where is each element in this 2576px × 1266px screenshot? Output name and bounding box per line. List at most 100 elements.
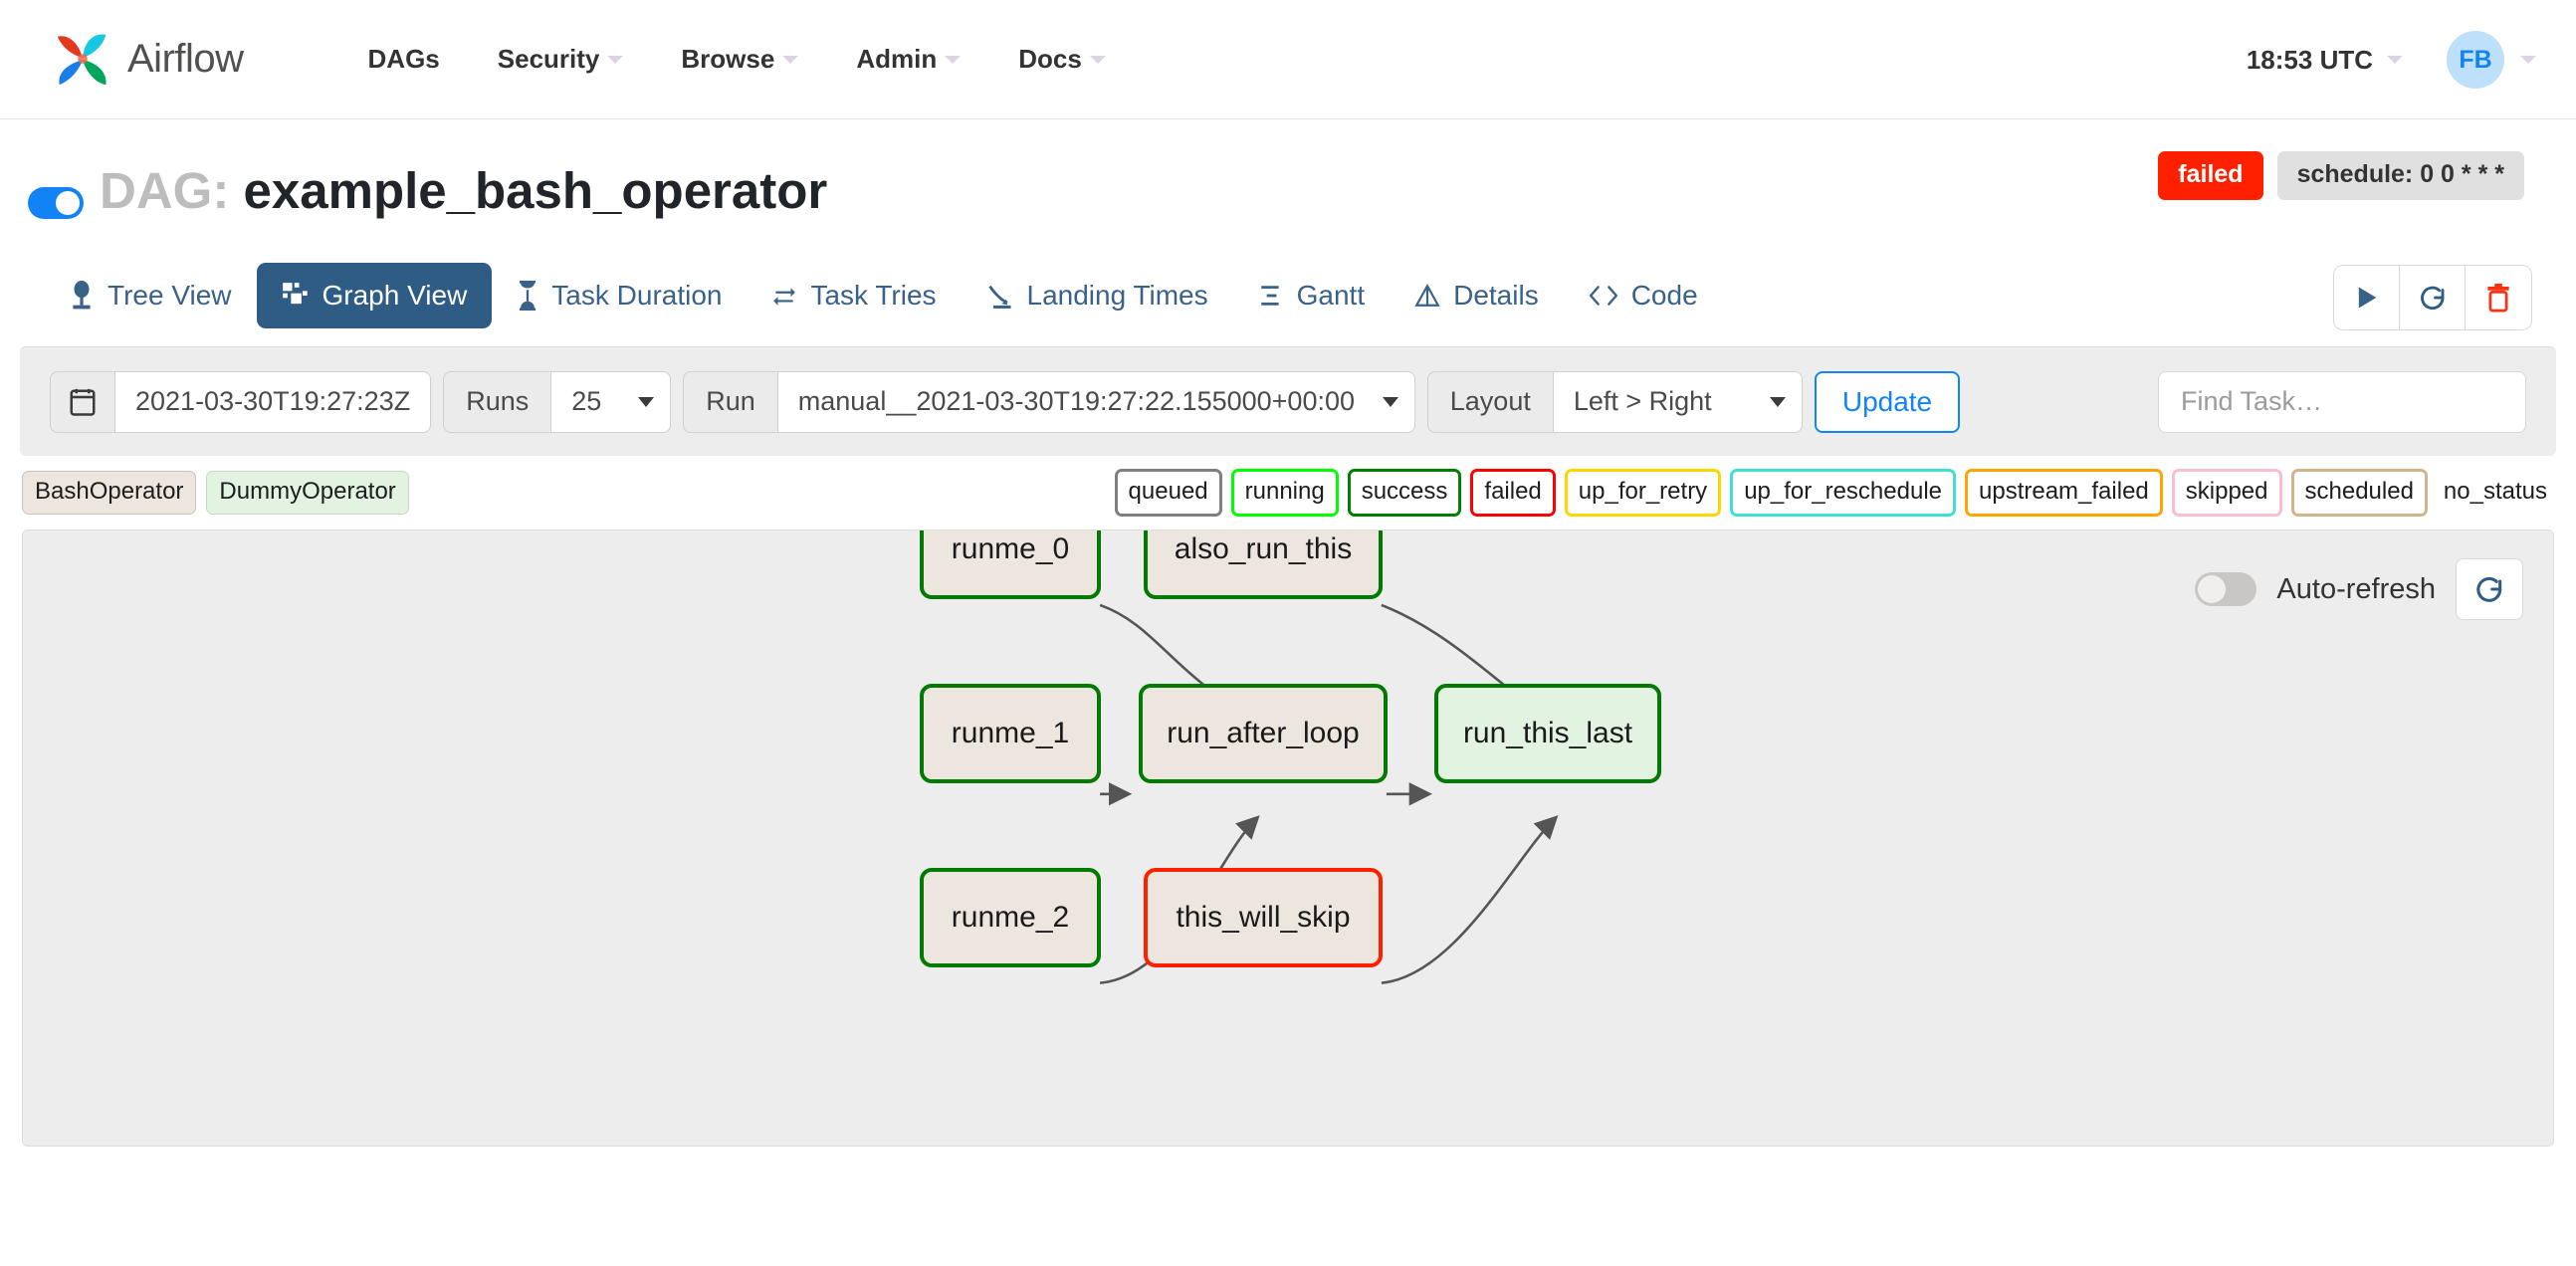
graph-refresh-button[interactable] — [2456, 558, 2523, 620]
graph-edges — [1099, 603, 1559, 984]
avatar: FB — [2447, 31, 2504, 89]
status-legend-no-status[interactable]: no_status — [2437, 469, 2554, 517]
graph-node-run_this_last[interactable]: run_this_last — [1434, 684, 1661, 783]
tab-task-tries[interactable]: Task Tries — [747, 263, 961, 328]
tab-label: Landing Times — [1026, 280, 1208, 311]
status-legend-up-for-retry[interactable]: up_for_retry — [1564, 469, 1722, 517]
nav-item-browse[interactable]: Browse — [652, 44, 827, 75]
chevron-down-icon — [1382, 396, 1398, 407]
refresh-dag-button[interactable] — [2400, 266, 2466, 329]
tab-label: Task Tries — [810, 280, 937, 311]
tab-label: Details — [1453, 280, 1539, 311]
trigger-dag-button[interactable] — [2334, 266, 2400, 329]
dag-run-value: manual__2021-03-30T19:27:22.155000+00:00 — [797, 386, 1355, 416]
status-legend-up-for-reschedule[interactable]: up_for_reschedule — [1730, 469, 1956, 517]
auto-refresh-label: Auto-refresh — [2276, 572, 2436, 605]
dag-pause-toggle[interactable] — [28, 187, 84, 219]
tab-details[interactable]: Details — [1390, 263, 1564, 328]
status-legend-running[interactable]: running — [1230, 469, 1339, 517]
tab-label: Task Duration — [551, 280, 723, 311]
dag-run-select[interactable]: manual__2021-03-30T19:27:22.155000+00:00 — [777, 370, 1415, 433]
graph-node-this_will_skip[interactable]: this_will_skip — [1144, 868, 1383, 967]
nav-links: DAGs Security Browse Admin Docs — [339, 44, 1135, 75]
graph-node-label: run_after_loop — [1167, 717, 1360, 749]
graph-filter-bar: 2021-03-30T19:27:23Z Runs 25 Run manual_… — [20, 346, 2556, 456]
chevron-down-icon — [638, 396, 655, 407]
graph-node-runme_1[interactable]: runme_1 — [920, 684, 1101, 783]
tab-label: Tree View — [107, 280, 232, 311]
graph-node-label: also_run_this — [1174, 532, 1353, 565]
delete-dag-button[interactable] — [2466, 266, 2531, 329]
chevron-down-icon — [945, 55, 962, 64]
run-group: Run manual__2021-03-30T19:27:22.155000+0… — [683, 370, 1415, 433]
status-legend-queued[interactable]: queued — [1114, 469, 1222, 517]
legend-row: BashOperator DummyOperator queued runnin… — [0, 456, 2576, 529]
num-runs-select[interactable]: 25 — [551, 370, 672, 433]
brand-logo-link[interactable]: Airflow — [52, 29, 244, 91]
nav-item-label: Security — [497, 44, 600, 74]
graph-node-label: runme_2 — [951, 901, 1070, 934]
nav-item-label: Admin — [856, 44, 938, 74]
num-runs-value: 25 — [571, 386, 602, 416]
airflow-pinwheel-icon — [57, 33, 107, 85]
operator-badge-dummyoperator[interactable]: DummyOperator — [206, 471, 409, 515]
tab-gantt[interactable]: Gantt — [1233, 263, 1390, 328]
layout-group: Layout Left > Right — [1426, 370, 1803, 433]
nav-item-admin[interactable]: Admin — [827, 44, 989, 75]
top-navbar: Airflow DAGs Security Browse Admin Docs … — [0, 0, 2576, 119]
timezone-selector[interactable]: 18:53 UTC — [2221, 45, 2429, 76]
schedule-badge[interactable]: schedule: 0 0 * * * — [2276, 151, 2524, 200]
tab-label: Gantt — [1296, 280, 1366, 311]
status-legend-scheduled[interactable]: scheduled — [2290, 469, 2428, 517]
base-date-input[interactable]: 2021-03-30T19:27:23Z — [115, 370, 432, 433]
tab-task-duration[interactable]: Task Duration — [492, 263, 747, 328]
graph-node-also_run_this[interactable]: also_run_this — [1144, 530, 1383, 599]
tab-landing-times[interactable]: Landing Times — [962, 263, 1233, 328]
graph-icon — [282, 283, 308, 305]
retry-icon — [773, 288, 796, 306]
update-button[interactable]: Update — [1814, 370, 1961, 433]
operator-badge-bashoperator[interactable]: BashOperator — [22, 471, 197, 515]
gantt-icon — [1260, 286, 1279, 306]
tab-code[interactable]: Code — [1564, 263, 1723, 328]
navbar-right: 18:53 UTC FB — [2221, 0, 2536, 119]
nav-item-security[interactable]: Security — [469, 44, 653, 75]
user-menu[interactable]: FB — [2429, 31, 2536, 89]
layout-select[interactable]: Left > Right — [1553, 370, 1803, 433]
play-icon — [2358, 287, 2376, 309]
layout-label: Layout — [1426, 370, 1554, 433]
chevron-down-icon — [2520, 56, 2536, 64]
nav-item-dags[interactable]: DAGs — [339, 44, 469, 75]
graph-node-runme_2[interactable]: runme_2 — [920, 868, 1101, 967]
graph-node-label: this_will_skip — [1176, 901, 1351, 934]
calendar-picker-button[interactable] — [50, 370, 115, 433]
status-legend-success[interactable]: success — [1347, 469, 1462, 517]
tab-tree-view[interactable]: Tree View — [44, 263, 257, 328]
chevron-down-icon — [1089, 55, 1106, 64]
graph-node-label: runme_0 — [951, 532, 1070, 565]
graph-node-runme_0[interactable]: runme_0 — [920, 530, 1101, 599]
brand-name: Airflow — [127, 37, 244, 81]
dag-prefix-label: DAG: — [100, 162, 230, 219]
refresh-icon — [2420, 286, 2444, 310]
dag-action-buttons — [2333, 265, 2532, 330]
nav-item-docs[interactable]: Docs — [989, 44, 1135, 75]
refresh-icon — [2476, 576, 2502, 602]
chevron-down-icon — [1769, 396, 1786, 407]
find-task-input[interactable]: Find Task… — [2158, 370, 2526, 433]
chevron-down-icon — [607, 55, 624, 64]
auto-refresh-toggle[interactable] — [2195, 572, 2257, 606]
status-legend-upstream-failed[interactable]: upstream_failed — [1965, 469, 2163, 517]
tab-graph-view[interactable]: Graph View — [256, 263, 493, 328]
chevron-down-icon — [782, 55, 799, 64]
tree-icon — [73, 281, 91, 310]
current-time-label: 18:53 UTC — [2246, 44, 2373, 75]
status-legend-skipped[interactable]: skipped — [2171, 469, 2282, 517]
graph-node-run_after_loop[interactable]: run_after_loop — [1139, 684, 1388, 783]
runs-group: Runs 25 — [443, 370, 672, 433]
status-badge[interactable]: failed — [2158, 151, 2263, 200]
run-label: Run — [683, 370, 778, 433]
operator-legend: BashOperator DummyOperator — [22, 471, 409, 515]
nav-item-label: Docs — [1018, 44, 1082, 74]
status-legend-failed[interactable]: failed — [1470, 469, 1556, 517]
